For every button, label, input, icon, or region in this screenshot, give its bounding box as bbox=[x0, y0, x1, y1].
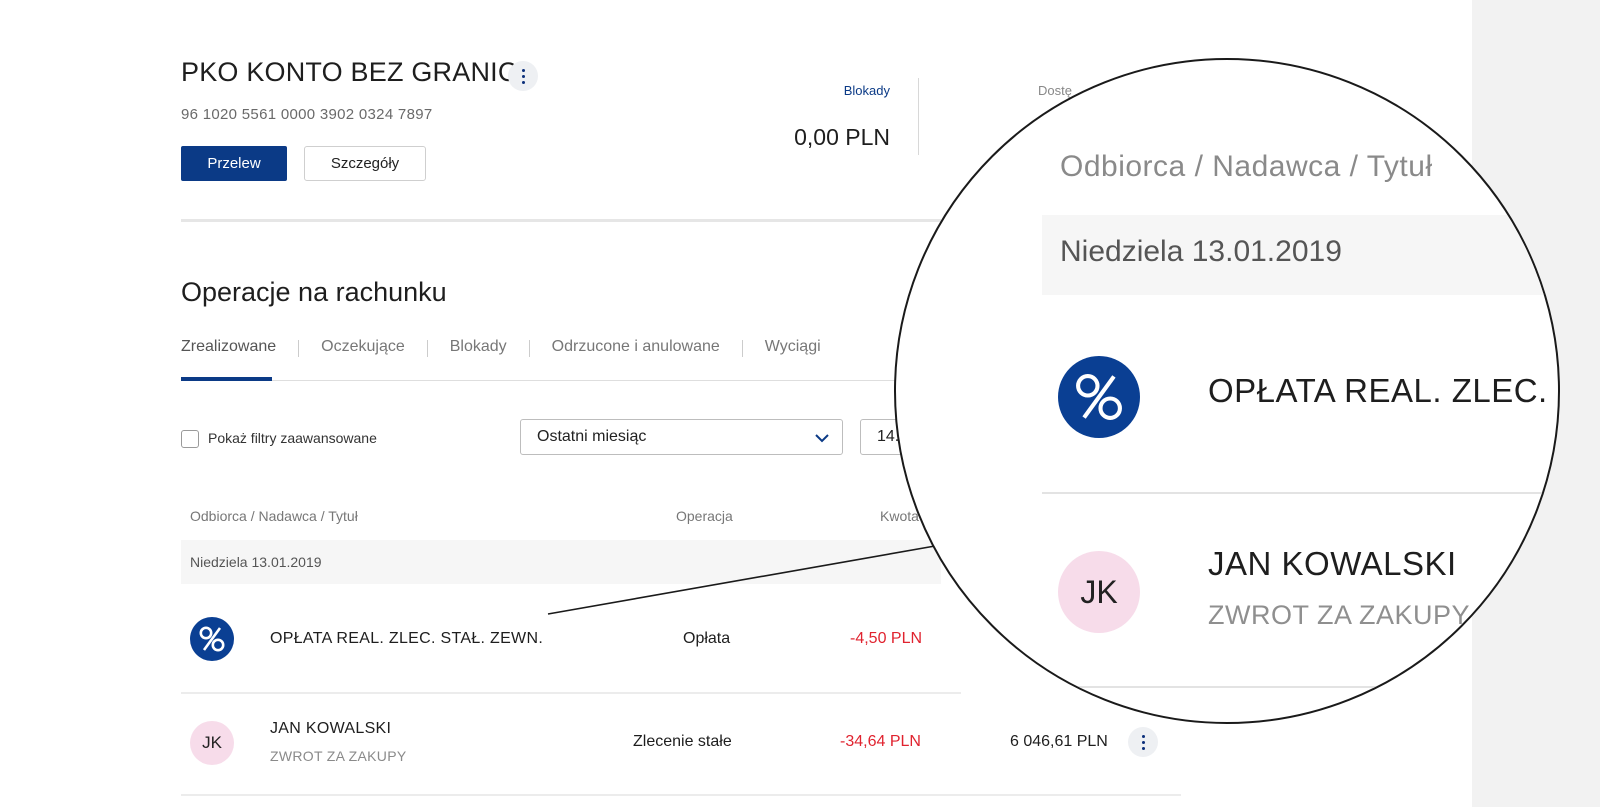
row-more-menu-icon[interactable] bbox=[1128, 727, 1158, 757]
header-divider bbox=[181, 219, 941, 222]
tab-blocks[interactable]: Blokady bbox=[450, 338, 507, 366]
percent-icon bbox=[190, 617, 234, 661]
blocks-label: Blokady bbox=[843, 83, 890, 98]
period-select[interactable]: Ostatni miesiąc bbox=[520, 419, 843, 455]
magnifier-callout: Odbiorca / Nadawca / Tytuł Niedziela 13.… bbox=[894, 58, 1560, 724]
advanced-filters-label: Pokaż filtry zaawansowane bbox=[208, 430, 377, 446]
tab-separator bbox=[528, 340, 530, 357]
tab-pending[interactable]: Oczekujące bbox=[321, 338, 405, 366]
column-header-amount: Kwota bbox=[880, 508, 919, 524]
transaction-title[interactable]: JAN KOWALSKI bbox=[270, 720, 391, 738]
magnified-column-header: Odbiorca / Nadawca / Tytuł bbox=[1060, 150, 1433, 183]
account-number: 96 1020 5561 0000 3902 0324 7897 bbox=[181, 106, 433, 123]
transaction-amount: -4,50 PLN bbox=[850, 630, 923, 647]
magnified-transaction-subtitle: ZWROT ZA ZAKUPY bbox=[1208, 600, 1471, 630]
transaction-operation: Opłata bbox=[683, 630, 731, 647]
magnified-transaction-title-2: JAN KOWALSKI bbox=[1208, 545, 1457, 582]
period-select-value: Ostatni miesiąc bbox=[537, 428, 647, 445]
tab-separator bbox=[426, 340, 428, 357]
date-group-label: Niedziela 13.01.2019 bbox=[190, 554, 322, 570]
magnified-avatar: JK bbox=[1058, 551, 1140, 633]
transfer-button[interactable]: Przelew bbox=[181, 146, 287, 181]
advanced-filters-checkbox[interactable] bbox=[181, 430, 199, 448]
blocks-value: 0,00 PLN bbox=[794, 124, 890, 150]
tab-separator bbox=[741, 340, 743, 357]
row-divider bbox=[181, 794, 1181, 796]
magnified-row-divider bbox=[1042, 686, 1558, 688]
active-tab-indicator bbox=[181, 377, 272, 381]
magnified-percent-icon bbox=[1058, 356, 1140, 438]
available-balance-label: Dostę bbox=[1038, 83, 1072, 98]
transaction-operation: Zlecenie stałe bbox=[633, 733, 732, 750]
transaction-amount: -34,64 PLN bbox=[840, 733, 921, 750]
column-header-party: Odbiorca / Nadawca / Tytuł bbox=[190, 508, 358, 524]
avatar: JK bbox=[190, 721, 234, 765]
tab-separator bbox=[298, 340, 300, 357]
operations-tabs: Zrealizowane Oczekujące Blokady Odrzucon… bbox=[181, 338, 821, 366]
row-divider bbox=[181, 692, 961, 694]
magnified-date-label: Niedziela 13.01.2019 bbox=[1060, 235, 1342, 268]
magnified-transaction-title: OPŁATA REAL. ZLEC. STAŁ. bbox=[1208, 372, 1558, 409]
tabs-divider bbox=[181, 380, 941, 381]
chevron-down-icon bbox=[815, 434, 829, 443]
operations-title: Operacje na rachunku bbox=[181, 277, 447, 307]
transaction-title[interactable]: OPŁATA REAL. ZLEC. STAŁ. ZEWN. bbox=[270, 630, 543, 648]
transaction-subtitle: ZWROT ZA ZAKUPY bbox=[270, 748, 407, 764]
account-more-menu-icon[interactable] bbox=[508, 61, 538, 91]
tab-rejected-cancelled[interactable]: Odrzucone i anulowane bbox=[552, 338, 720, 366]
magnified-row-divider bbox=[1042, 492, 1558, 494]
balance-after: 6 046,61 PLN bbox=[1010, 733, 1108, 750]
summary-divider bbox=[918, 78, 919, 155]
column-header-operation: Operacja bbox=[676, 508, 733, 524]
tab-completed[interactable]: Zrealizowane bbox=[181, 338, 276, 366]
tab-statements[interactable]: Wyciągi bbox=[765, 338, 821, 366]
account-name: PKO KONTO BEZ GRANIC bbox=[181, 57, 518, 87]
details-button[interactable]: Szczegóły bbox=[304, 146, 426, 181]
